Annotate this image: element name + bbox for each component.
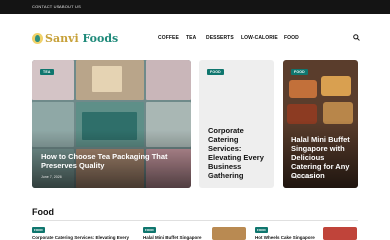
- category-badge[interactable]: FOOD: [143, 227, 156, 233]
- site-logo[interactable]: Sanvi Foods: [32, 31, 118, 45]
- contact-us-link[interactable]: CONTACT US: [32, 4, 60, 9]
- card-date: June 3, 2026: [208, 174, 229, 178]
- nav-desserts[interactable]: DESSERTS: [206, 35, 234, 41]
- category-badge[interactable]: FOOD: [291, 69, 308, 75]
- nav-coffee[interactable]: COFFEE: [158, 35, 179, 41]
- card-title[interactable]: Corporate Catering Services: Elevating E…: [208, 126, 270, 180]
- category-badge[interactable]: FOOD: [32, 227, 45, 233]
- tea-leaf-logo-icon: [32, 32, 43, 44]
- category-badge[interactable]: FOOD: [207, 69, 224, 75]
- card-date: May 27, 2026: [291, 175, 313, 179]
- nav-food[interactable]: FOOD: [284, 35, 299, 41]
- post-title[interactable]: Halal Mini Buffet Singapore: [143, 235, 202, 240]
- post-title[interactable]: Hot Wheels Cake Singapore: [255, 235, 315, 240]
- top-bar: CONTACT US ABOUT US: [0, 0, 390, 14]
- search-icon[interactable]: [353, 34, 360, 41]
- about-us-link[interactable]: ABOUT US: [59, 4, 81, 9]
- post-thumbnail[interactable]: [323, 227, 357, 240]
- section-title-food: Food: [32, 207, 54, 217]
- card-date: June 7, 2026: [41, 175, 62, 179]
- nav-low-calorie[interactable]: LOW-CALORIE: [241, 35, 278, 41]
- post-title[interactable]: Corporate Catering Services: Elevating E…: [32, 235, 129, 240]
- category-badge[interactable]: TEA: [40, 69, 54, 75]
- section-divider: [32, 220, 358, 221]
- category-badge[interactable]: FOOD: [255, 227, 268, 233]
- featured-card-halal-buffet[interactable]: FOOD Halal Mini Buffet Singapore with De…: [283, 60, 358, 188]
- site-name: Sanvi Foods: [45, 31, 119, 45]
- nav-tea[interactable]: TEA: [186, 35, 196, 41]
- featured-card-corporate-catering[interactable]: FOOD Corporate Catering Services: Elevat…: [199, 60, 274, 188]
- card-title[interactable]: Halal Mini Buffet Singapore with Delicio…: [291, 135, 355, 180]
- post-thumbnail[interactable]: [212, 227, 246, 240]
- card-title[interactable]: How to Choose Tea Packaging That Preserv…: [41, 152, 186, 170]
- featured-card-tea-packaging[interactable]: TEA How to Choose Tea Packaging That Pre…: [32, 60, 191, 188]
